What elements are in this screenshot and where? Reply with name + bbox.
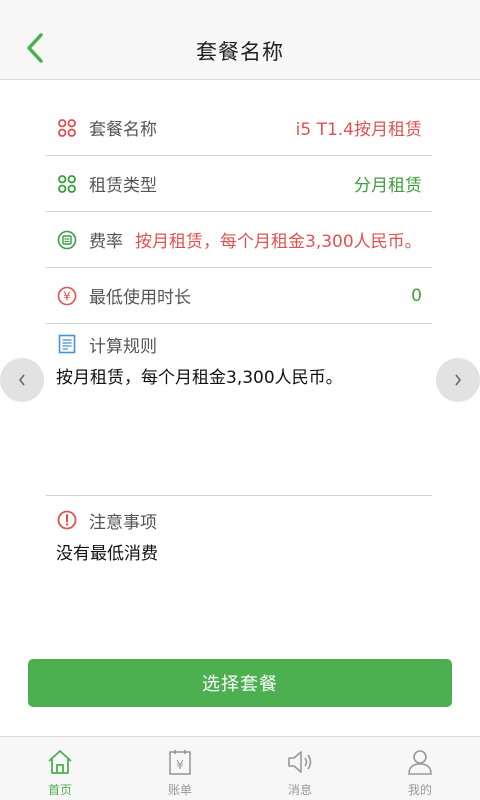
notice-section: 注意事项 没有最低消费 — [46, 496, 432, 566]
user-icon — [405, 747, 435, 777]
row-rate: 费率 按月租赁，每个月租金3,300人民币。 — [46, 212, 432, 268]
chevron-right-icon — [455, 374, 462, 386]
section-label: 注意事项 — [89, 512, 157, 533]
tab-label: 账单 — [167, 783, 192, 797]
tab-label: 消息 — [287, 783, 312, 797]
calc-rules-section: 计算规则 按月租赁，每个月租金3,300人民币。 — [46, 324, 432, 496]
tab-label: 我的 — [407, 783, 432, 797]
yuan-icon: ¥ — [56, 285, 78, 307]
svg-text:¥: ¥ — [63, 289, 71, 303]
speaker-icon — [285, 747, 315, 777]
row-package-name: 套餐名称 i5 T1.4按月租赁 — [46, 100, 432, 156]
tab-bill[interactable]: ¥ 账单 — [120, 737, 240, 800]
row-value: 按月租赁，每个月租金3,300人民币。 — [135, 232, 422, 252]
row-value: i5 T1.4按月租赁 — [295, 120, 422, 140]
notice-text: 没有最低消费 — [56, 544, 158, 564]
row-min-duration: ¥ 最低使用时长 0 — [46, 268, 432, 324]
clover-icon — [56, 117, 78, 139]
tab-label: 首页 — [47, 783, 72, 797]
row-label: 套餐名称 — [89, 120, 157, 140]
clover-icon — [56, 173, 78, 195]
row-label: 租赁类型 — [89, 176, 157, 196]
row-label: 费率 — [89, 232, 123, 252]
section-label: 计算规则 — [89, 336, 157, 357]
chevron-left-icon — [18, 374, 25, 386]
previous-package-button[interactable] — [0, 358, 44, 402]
row-lease-type: 租赁类型 分月租赁 — [46, 156, 432, 212]
warning-icon — [56, 509, 78, 531]
document-icon — [56, 333, 78, 355]
bill-icon: ¥ — [165, 747, 195, 777]
package-detail: 套餐名称 i5 T1.4按月租赁 租赁类型 分月租赁 费率 按月租赁，每个月租金… — [46, 100, 432, 566]
svg-text:¥: ¥ — [176, 758, 184, 772]
rate-icon — [56, 229, 78, 251]
next-package-button[interactable] — [436, 358, 480, 402]
select-package-button[interactable]: 选择套餐 — [28, 659, 452, 707]
tab-me[interactable]: 我的 — [360, 737, 480, 800]
calc-rules-text: 按月租赁，每个月租金3,300人民币。 — [56, 368, 343, 388]
page-title: 套餐名称 — [196, 40, 284, 64]
row-value: 0 — [411, 285, 422, 306]
tab-messages[interactable]: 消息 — [240, 737, 360, 800]
row-value: 分月租赁 — [354, 176, 422, 196]
top-bar: 套餐名称 — [0, 0, 480, 80]
bottom-tab-bar: 首页 ¥ 账单 消息 我的 — [0, 736, 480, 800]
home-icon — [45, 747, 75, 777]
row-label: 最低使用时长 — [89, 288, 191, 308]
tab-home[interactable]: 首页 — [0, 737, 120, 800]
